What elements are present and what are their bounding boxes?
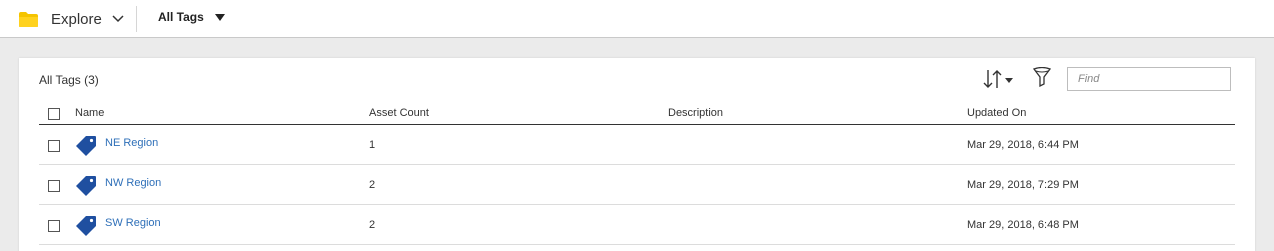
explore-menu[interactable]: Explore [18, 8, 124, 30]
explore-label: Explore [51, 10, 102, 28]
updated-on-cell: Mar 29, 2018, 6:44 PM [967, 139, 1079, 151]
view-selector-label: All Tags [158, 10, 204, 24]
row-checkbox[interactable] [48, 180, 60, 192]
updated-on-cell: Mar 29, 2018, 7:29 PM [967, 179, 1079, 191]
tags-panel: All Tags (3) Name Asset Count Descriptio… [19, 58, 1255, 251]
tag-icon [76, 216, 96, 236]
tags-count-label: All Tags (3) [39, 73, 99, 87]
row-checkbox[interactable] [48, 220, 60, 232]
find-input[interactable] [1067, 67, 1231, 91]
tag-icon [76, 176, 96, 196]
tags-table: Name Asset Count Description Updated On … [39, 104, 1235, 245]
row-checkbox[interactable] [48, 140, 60, 152]
column-header-updated-on[interactable]: Updated On [967, 107, 1026, 119]
filter-icon[interactable] [1033, 67, 1051, 87]
column-header-description[interactable]: Description [668, 107, 723, 119]
tag-name-link[interactable]: SW Region [105, 217, 161, 229]
column-header-name[interactable]: Name [75, 107, 104, 119]
table-row[interactable]: NE Region 1 Mar 29, 2018, 6:44 PM [39, 125, 1235, 165]
table-row[interactable]: SW Region 2 Mar 29, 2018, 6:48 PM [39, 205, 1235, 245]
table-header: Name Asset Count Description Updated On [39, 104, 1235, 125]
header-divider [136, 6, 137, 32]
chevron-down-icon [112, 15, 124, 23]
tag-icon [76, 136, 96, 156]
table-row[interactable]: NW Region 2 Mar 29, 2018, 7:29 PM [39, 165, 1235, 205]
asset-count-cell: 2 [369, 179, 376, 191]
updated-on-cell: Mar 29, 2018, 6:48 PM [967, 219, 1079, 231]
tag-name-link[interactable]: NW Region [105, 177, 161, 189]
asset-count-cell: 2 [369, 219, 376, 231]
view-selector[interactable]: All Tags [158, 10, 225, 24]
sort-icon[interactable] [981, 68, 1017, 90]
tag-name-link[interactable]: NE Region [105, 137, 158, 149]
folder-icon [19, 11, 38, 27]
asset-count-cell: 1 [369, 139, 376, 151]
caret-down-icon [214, 13, 225, 21]
top-bar: Explore All Tags [0, 0, 1274, 38]
select-all-checkbox[interactable] [48, 108, 60, 120]
column-header-asset-count[interactable]: Asset Count [369, 107, 429, 119]
